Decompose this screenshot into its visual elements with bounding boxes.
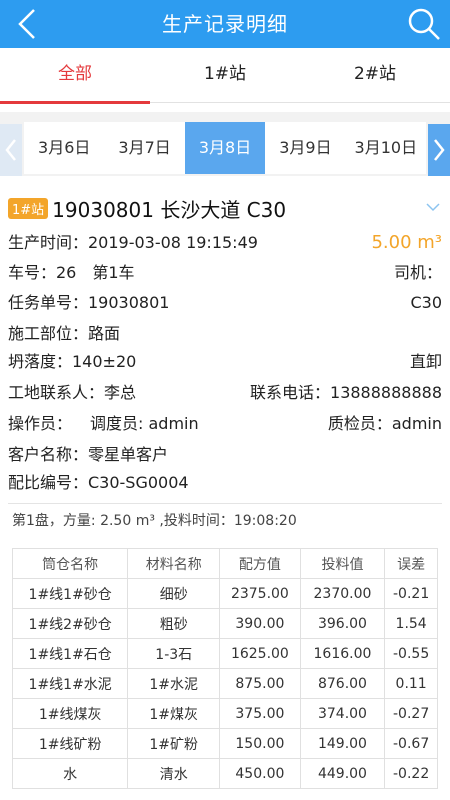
fed-value: 876.00 xyxy=(299,668,386,699)
date-list: 3月6日 3月7日 3月8日 3月9日 3月10日 xyxy=(24,122,427,174)
silo-name: 1#线2#砂仓 xyxy=(11,608,129,639)
chevron-left-icon[interactable] xyxy=(0,124,22,176)
silo-name: 1#线矿粉 xyxy=(11,728,129,759)
recipe-value: 1625.00 xyxy=(219,638,301,669)
table-row: 1#线煤灰 1#煤灰 375.00 374.00 -0.27 xyxy=(11,698,438,729)
table-row: 水 清水 450.00 449.00 -0.22 xyxy=(11,758,438,789)
grade: C30 xyxy=(410,293,442,312)
error-value: -0.67 xyxy=(384,728,438,759)
operator: 操作员： xyxy=(8,414,73,433)
row-site: 施工部位：路面 xyxy=(0,319,450,349)
table-header-row: 筒仓名称 材料名称 配方值 投料值 误差 xyxy=(11,548,438,579)
error-value: 1.54 xyxy=(384,608,438,639)
material-name: 1#矿粉 xyxy=(127,728,221,759)
vehicle: 车号：26 第1车 xyxy=(8,263,135,282)
recipe-value: 875.00 xyxy=(219,668,301,699)
silo-name: 1#线1#石仓 xyxy=(11,638,129,669)
site-contact: 工地联系人：李总 xyxy=(8,383,137,402)
order-line: 19030801 长沙大道 C30 xyxy=(52,198,287,222)
material-name: 1-3石 xyxy=(127,638,221,669)
date-item-selected[interactable]: 3月8日 xyxy=(184,122,266,174)
page-title: 生产记录明细 xyxy=(162,12,288,36)
col-header: 误差 xyxy=(384,548,438,579)
search-icon[interactable] xyxy=(406,6,442,42)
row-customer: 客户名称：零星单客户 xyxy=(0,440,450,470)
row-contact: 工地联系人：李总 联系电话：13888888888 xyxy=(0,378,450,408)
mix-number: 配比编号：C30-SG0004 xyxy=(8,473,189,492)
error-value: -0.55 xyxy=(384,638,438,669)
fed-value: 374.00 xyxy=(299,698,386,729)
row-slump: 坍落度：140±20 直卸 xyxy=(0,347,450,377)
col-header: 筒仓名称 xyxy=(11,548,129,579)
col-header: 材料名称 xyxy=(127,548,221,579)
table-row: 1#线1#水泥 1#水泥 875.00 876.00 0.11 xyxy=(11,668,438,699)
error-value: -0.21 xyxy=(384,578,438,609)
construction-site: 施工部位：路面 xyxy=(8,324,121,343)
tab-station-1[interactable]: 1#站 xyxy=(150,48,300,102)
material-name: 细砂 xyxy=(127,578,221,609)
date-item[interactable]: 3月7日 xyxy=(104,122,185,174)
silo-name: 1#线煤灰 xyxy=(11,698,129,729)
divider xyxy=(8,503,442,504)
recipe-value: 375.00 xyxy=(219,698,301,729)
row-mix: 配比编号：C30-SG0004 xyxy=(0,468,450,498)
table-row: 1#线1#砂仓 细砂 2375.00 2370.00 -0.21 xyxy=(11,578,438,609)
unload-mode: 直卸 xyxy=(409,352,442,371)
date-item[interactable]: 3月10日 xyxy=(345,122,427,174)
silo-name: 1#线1#砂仓 xyxy=(11,578,129,609)
row-operator: 操作员： 调度员: admin 质检员：admin xyxy=(0,409,450,439)
date-item[interactable]: 3月9日 xyxy=(265,122,346,174)
date-selector: 3月6日 3月7日 3月8日 3月9日 3月10日 xyxy=(0,112,450,176)
material-name: 清水 xyxy=(127,758,221,789)
station-tabs: 全部 1#站 2#站 xyxy=(0,48,450,104)
silo-name: 1#线1#水泥 xyxy=(11,668,129,699)
material-name: 1#煤灰 xyxy=(127,698,221,729)
tab-station-2[interactable]: 2#站 xyxy=(300,48,450,102)
fed-value: 2370.00 xyxy=(299,578,386,609)
col-header: 配方值 xyxy=(219,548,301,579)
order-title: 1#站 19030801 长沙大道 C30 xyxy=(8,194,286,223)
volume: 5.00 m³ xyxy=(371,232,442,253)
station-badge: 1#站 xyxy=(8,198,49,219)
chevron-right-icon[interactable] xyxy=(428,124,450,176)
recipe-value: 2375.00 xyxy=(219,578,301,609)
app-header: 生产记录明细 xyxy=(0,0,450,48)
material-name: 1#水泥 xyxy=(127,668,221,699)
fed-value: 1616.00 xyxy=(299,638,386,669)
inspector: 质检员：admin xyxy=(327,414,442,433)
customer-name: 客户名称：零星单客户 xyxy=(8,445,169,464)
production-time: 生产时间：2019-03-08 19:15:49 xyxy=(8,233,258,252)
col-header: 投料值 xyxy=(299,548,386,579)
contact-phone: 联系电话：13888888888 xyxy=(250,383,442,402)
silo-name: 水 xyxy=(11,758,129,789)
batch-table: 筒仓名称 材料名称 配方值 投料值 误差 1#线1#砂仓 细砂 2375.00 … xyxy=(11,548,438,789)
task-no: 任务单号：19030801 xyxy=(8,293,170,312)
error-value: -0.27 xyxy=(384,698,438,729)
dispatcher: 调度员: admin xyxy=(90,414,199,433)
tab-all[interactable]: 全部 xyxy=(0,48,150,104)
row-production-time: 生产时间：2019-03-08 19:15:49 5.00 m³ xyxy=(0,228,450,258)
error-value: 0.11 xyxy=(384,668,438,699)
slump: 坍落度：140±20 xyxy=(8,352,137,371)
fed-value: 396.00 xyxy=(299,608,386,639)
row-vehicle: 车号：26 第1车 司机： xyxy=(0,258,450,288)
recipe-value: 450.00 xyxy=(219,758,301,789)
fed-value: 449.00 xyxy=(299,758,386,789)
error-value: -0.22 xyxy=(384,758,438,789)
driver: 司机： xyxy=(393,263,442,282)
recipe-value: 390.00 xyxy=(219,608,301,639)
recipe-value: 150.00 xyxy=(219,728,301,759)
fed-value: 149.00 xyxy=(299,728,386,759)
table-row: 1#线1#石仓 1-3石 1625.00 1616.00 -0.55 xyxy=(11,638,438,669)
table-row: 1#线矿粉 1#矿粉 150.00 149.00 -0.67 xyxy=(11,728,438,759)
material-name: 粗砂 xyxy=(127,608,221,639)
date-item[interactable]: 3月6日 xyxy=(24,122,105,174)
batch-summary: 第1盘，方量: 2.50 m³ ,投料时间：19:08:20 xyxy=(12,513,297,529)
row-task: 任务单号：19030801 C30 xyxy=(0,288,450,318)
chevron-down-icon[interactable] xyxy=(424,200,442,214)
table-row: 1#线2#砂仓 粗砂 390.00 396.00 1.54 xyxy=(11,608,438,639)
